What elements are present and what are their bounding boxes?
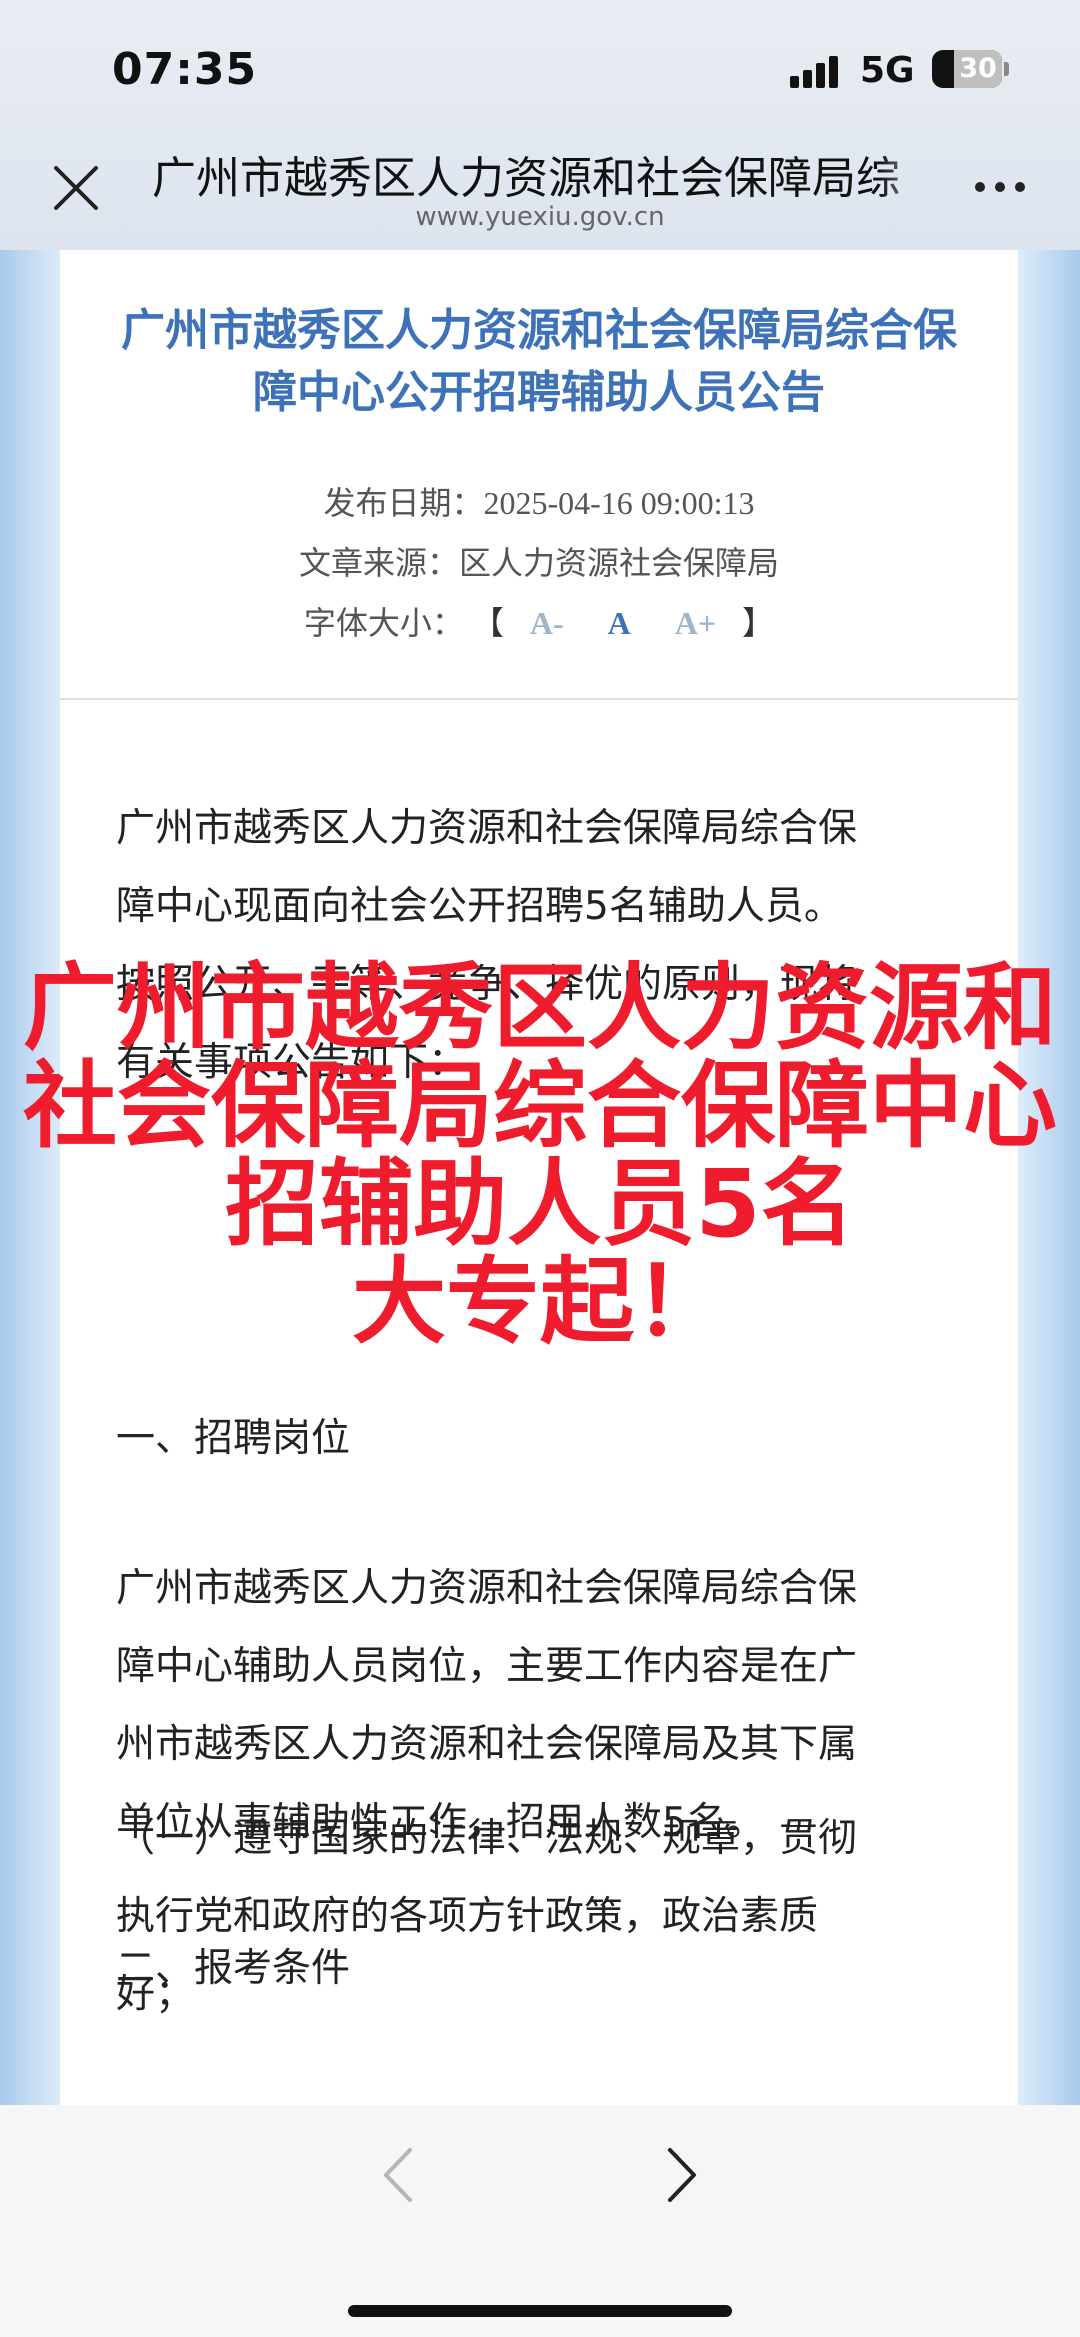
article-title-line: 障中心公开招聘辅助人员公告	[253, 367, 825, 418]
home-indicator[interactable]	[348, 2305, 732, 2317]
divider	[60, 698, 1018, 700]
paragraph-line: 障中心辅助人员岗位，主要工作内容是在广	[116, 1644, 858, 1689]
forward-icon	[668, 2148, 696, 2202]
back-button[interactable]	[370, 2140, 430, 2210]
paragraph-line: （一）遵守国家的法律、法规、规章，贯彻	[116, 1816, 858, 1861]
status-time: 07:35	[112, 44, 258, 95]
back-icon	[384, 2148, 412, 2202]
paragraph-line: 执行党和政府的各项方针政策，政治素质	[116, 1894, 819, 1939]
bottom-toolbar	[0, 2105, 1080, 2337]
bracket-open: 【	[471, 605, 504, 641]
page-domain: www.yuexiu.gov.cn	[415, 202, 665, 232]
article-paragraph: （一）遵守国家的法律、法规、规章，贯彻 执行党和政府的各项方针政策，政治素质 好…	[116, 1800, 986, 2034]
font-medium-button[interactable]: A	[608, 605, 631, 642]
battery-level: 30	[954, 50, 1002, 88]
browser-header: 07:35 5G 30 广州市越秀区人力资源和社会保障局综 www.yuexiu…	[0, 0, 1080, 250]
more-icon	[975, 182, 985, 192]
paragraph-line: 障中心现面向社会公开招聘5名辅助人员。	[116, 884, 843, 929]
bracket-close: 】	[742, 605, 775, 641]
section-heading: 一、招聘岗位	[116, 1416, 351, 1461]
more-button[interactable]	[975, 178, 1035, 198]
battery-tip	[1004, 62, 1009, 76]
article-card: 广州市越秀区人力资源和社会保障局综合保 障中心公开招聘辅助人员公告 发布日期：2…	[60, 250, 1018, 2105]
font-size-label: 字体大小：	[303, 605, 464, 641]
font-small-button[interactable]: A-	[530, 605, 564, 642]
paragraph-line: 广州市越秀区人力资源和社会保障局综合保	[116, 806, 858, 851]
forward-button[interactable]	[650, 2140, 710, 2210]
source-value: 区人力资源社会保障局	[459, 545, 780, 581]
paragraph-line: 广州市越秀区人力资源和社会保障局综合保	[116, 1566, 858, 1611]
paragraph-line: 州市越秀区人力资源和社会保障局及其下属	[116, 1722, 858, 1767]
battery-icon: 30	[932, 50, 1002, 88]
paragraph-line: 有关事项公告如下：	[116, 1040, 468, 1085]
publish-date-value: 2025-04-16 09:00:13	[483, 485, 755, 521]
source-label: 文章来源：	[298, 545, 459, 581]
page-title: 广州市越秀区人力资源和社会保障局综	[152, 153, 900, 202]
signal-icon	[790, 56, 846, 88]
network-type: 5G	[860, 50, 915, 91]
publish-date-label: 发布日期：	[323, 485, 484, 521]
font-large-button[interactable]: A+	[675, 605, 716, 642]
paragraph-line: 好；	[116, 1972, 195, 2017]
font-size-control: 字体大小： 【 A- A A+ 】	[60, 598, 1018, 644]
paragraph-line: 按照公开、平等、竞争、择优的原则，现将	[116, 962, 858, 1007]
publish-date: 发布日期：2025-04-16 09:00:13	[60, 478, 1018, 524]
article-source: 文章来源：区人力资源社会保障局	[60, 538, 1018, 584]
article-title-line: 广州市越秀区人力资源和社会保障局综合保	[121, 305, 957, 356]
article-title: 广州市越秀区人力资源和社会保障局综合保 障中心公开招聘辅助人员公告	[90, 300, 988, 424]
article-paragraph: 广州市越秀区人力资源和社会保障局综合保 障中心现面向社会公开招聘5名辅助人员。 …	[116, 790, 986, 1102]
